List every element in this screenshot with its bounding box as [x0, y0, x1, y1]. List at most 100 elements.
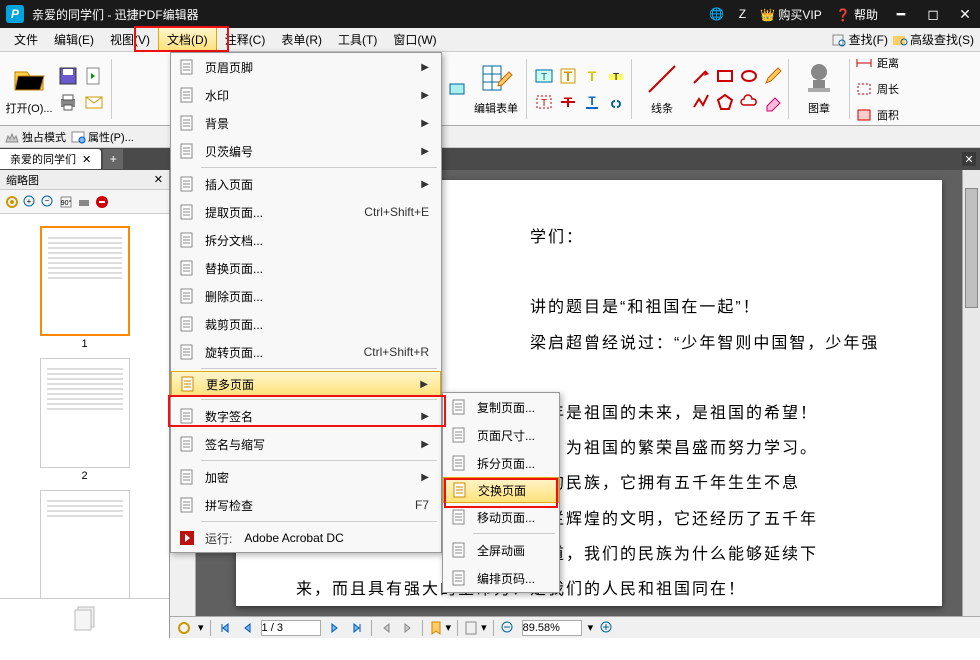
- menu-item[interactable]: 运行:Adobe Acrobat DC: [171, 524, 441, 552]
- nav-next-button[interactable]: [327, 620, 343, 636]
- pencil-icon[interactable]: [761, 64, 785, 88]
- vertical-scrollbar[interactable]: [962, 170, 980, 616]
- tabbar-close-icon[interactable]: ✕: [962, 152, 976, 166]
- menu-annotate[interactable]: 注释(C): [217, 28, 274, 51]
- menu-item[interactable]: 贝茨编号▶: [171, 137, 441, 165]
- exclusive-mode-button[interactable]: 独占模式: [4, 129, 66, 145]
- properties-button[interactable]: 属性(P)...: [70, 129, 134, 145]
- menu-file[interactable]: 文件: [6, 28, 46, 51]
- thumbnail-page-1[interactable]: [40, 226, 130, 336]
- highlight-icon[interactable]: T: [604, 64, 628, 88]
- nav-prev-button[interactable]: [239, 620, 255, 636]
- text-box-icon[interactable]: T: [532, 64, 556, 88]
- vip-button[interactable]: 👑 购买VIP: [760, 6, 822, 23]
- distance-tool[interactable]: 距离: [855, 52, 899, 75]
- rect-shape-icon[interactable]: [713, 64, 737, 88]
- menu-item[interactable]: 旋转页面...Ctrl+Shift+R: [171, 338, 441, 366]
- menu-item[interactable]: 背景▶: [171, 109, 441, 137]
- pages-stack-icon[interactable]: [70, 604, 100, 634]
- close-button[interactable]: ✕: [956, 6, 974, 23]
- area-tool[interactable]: 面积: [855, 103, 899, 127]
- submenu-item[interactable]: 移动页面...: [443, 503, 559, 531]
- menu-document[interactable]: 文档(D): [158, 27, 217, 52]
- stamp-button[interactable]: 图章: [794, 62, 844, 116]
- text-yellow-icon[interactable]: T: [580, 64, 604, 88]
- tab-add-button[interactable]: +: [103, 149, 123, 169]
- menu-view[interactable]: 视图(V): [102, 28, 158, 51]
- menu-tools[interactable]: 工具(T): [330, 28, 385, 51]
- zoom-field[interactable]: [522, 620, 582, 636]
- menu-item[interactable]: 更多页面▶: [171, 371, 441, 397]
- nav-first-button[interactable]: [217, 620, 233, 636]
- minimize-button[interactable]: ━: [892, 6, 910, 23]
- cloud-icon[interactable]: [737, 90, 761, 114]
- nav-last-button[interactable]: [349, 620, 365, 636]
- tab-close-icon[interactable]: ✕: [82, 153, 91, 166]
- underline-icon[interactable]: T: [580, 90, 604, 114]
- polyline-icon[interactable]: [689, 90, 713, 114]
- zoom-out-button[interactable]: [500, 620, 516, 636]
- zoom-out-thumb-icon[interactable]: −: [40, 194, 56, 210]
- prev-doc-icon[interactable]: [82, 64, 106, 88]
- submenu-item[interactable]: 交换页面: [443, 477, 559, 503]
- print-thumb-icon[interactable]: [76, 194, 92, 210]
- open-button[interactable]: 打开(O)...: [4, 62, 54, 116]
- globe-icon[interactable]: 🌐: [709, 6, 725, 22]
- delete-thumb-icon[interactable]: [94, 194, 110, 210]
- email-icon[interactable]: [82, 90, 106, 114]
- thumbnail-page-3[interactable]: [40, 490, 130, 598]
- lines-button[interactable]: 线条: [637, 62, 687, 116]
- arrow-icon[interactable]: [689, 64, 713, 88]
- user-label[interactable]: Z: [739, 7, 746, 21]
- options-gear-icon[interactable]: [176, 620, 192, 636]
- save-icon[interactable]: [56, 64, 80, 88]
- thumbnail-page-2[interactable]: [40, 358, 130, 468]
- menu-item[interactable]: 提取页面...Ctrl+Shift+E: [171, 198, 441, 226]
- menu-item[interactable]: 签名与缩写▶: [171, 430, 441, 458]
- eraser-icon[interactable]: [761, 90, 785, 114]
- menu-item[interactable]: 替换页面...: [171, 254, 441, 282]
- zoom-in-thumb-icon[interactable]: +: [22, 194, 38, 210]
- help-button[interactable]: ❓ 帮助: [836, 6, 878, 23]
- link-icon[interactable]: [604, 90, 628, 114]
- print-icon[interactable]: [56, 90, 80, 114]
- submenu-item[interactable]: 全屏动画: [443, 536, 559, 564]
- menu-item[interactable]: 页眉页脚▶: [171, 53, 441, 81]
- text-overlay-icon[interactable]: T: [556, 64, 580, 88]
- menu-edit[interactable]: 编辑(E): [46, 28, 102, 51]
- window-title: 亲爱的同学们 - 迅捷PDF编辑器: [32, 6, 709, 23]
- submenu-item[interactable]: 拆分页面...: [443, 449, 559, 477]
- menu-window[interactable]: 窗口(W): [385, 28, 444, 51]
- menu-form[interactable]: 表单(R): [273, 28, 330, 51]
- zoom-in-button[interactable]: [599, 620, 615, 636]
- page-number-field[interactable]: [261, 620, 321, 636]
- advanced-find-button[interactable]: 高级查找(S): [892, 31, 974, 48]
- text-red-box-icon[interactable]: T: [532, 90, 556, 114]
- edit-table-button[interactable]: 编辑表单: [471, 62, 521, 116]
- maximize-button[interactable]: ◻: [924, 6, 942, 23]
- menu-item[interactable]: 插入页面▶: [171, 170, 441, 198]
- menu-item[interactable]: 裁剪页面...: [171, 310, 441, 338]
- history-fwd-button[interactable]: [400, 620, 416, 636]
- submenu-item[interactable]: 页面尺寸...: [443, 421, 559, 449]
- strikethrough-icon[interactable]: T: [556, 90, 580, 114]
- rect-icon[interactable]: [445, 77, 469, 101]
- find-button[interactable]: 查找(F): [831, 31, 888, 48]
- circle-shape-icon[interactable]: [737, 64, 761, 88]
- fit-page-icon[interactable]: ▾: [464, 620, 487, 636]
- submenu-item[interactable]: 复制页面...: [443, 393, 559, 421]
- menu-item[interactable]: 加密▶: [171, 463, 441, 491]
- menu-item[interactable]: 删除页面...: [171, 282, 441, 310]
- perimeter-tool[interactable]: 周长: [855, 77, 899, 101]
- rotate-icon[interactable]: 90°: [58, 194, 74, 210]
- menu-item[interactable]: 数字签名▶: [171, 402, 441, 430]
- history-back-button[interactable]: [378, 620, 394, 636]
- bookmark-icon[interactable]: ▾: [429, 620, 452, 636]
- menu-item[interactable]: 水印▶: [171, 81, 441, 109]
- tab-active[interactable]: 亲爱的同学们✕: [0, 149, 101, 169]
- menu-item[interactable]: 拼写检查F7: [171, 491, 441, 519]
- gear-icon[interactable]: [4, 194, 20, 210]
- submenu-item[interactable]: 编排页码...: [443, 564, 559, 592]
- polygon-icon[interactable]: [713, 90, 737, 114]
- menu-item[interactable]: 拆分文档...: [171, 226, 441, 254]
